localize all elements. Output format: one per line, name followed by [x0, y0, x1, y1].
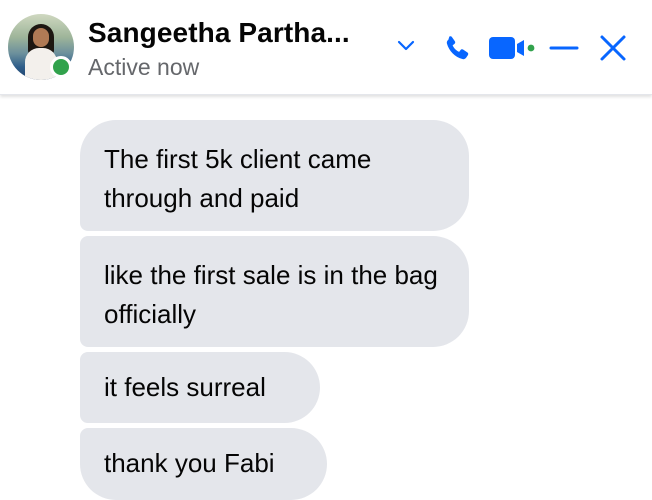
contact-name[interactable]: Sangeetha Partha...: [88, 17, 350, 49]
chat-header: Sangeetha Partha... Active now: [0, 0, 652, 95]
active-status-dot: [50, 56, 72, 78]
chat-window: Sangeetha Partha... Active now The first…: [0, 0, 652, 500]
video-call-icon[interactable]: [488, 34, 538, 62]
message-bubble[interactable]: like the first sale is in the bag offici…: [80, 236, 469, 347]
message-bubble[interactable]: it feels surreal: [80, 352, 320, 423]
phone-icon[interactable]: [440, 32, 474, 66]
chevron-down-icon[interactable]: [396, 39, 416, 53]
message-list: The first 5k client came through and pai…: [0, 94, 652, 500]
close-icon[interactable]: [597, 32, 629, 64]
minimize-icon[interactable]: [548, 32, 580, 64]
avatar-face: [33, 28, 49, 47]
avatar[interactable]: [8, 14, 74, 80]
active-status: Active now: [88, 54, 200, 80]
message-bubble[interactable]: thank you Fabi: [80, 428, 327, 500]
message-bubble[interactable]: The first 5k client came through and pai…: [80, 120, 469, 231]
